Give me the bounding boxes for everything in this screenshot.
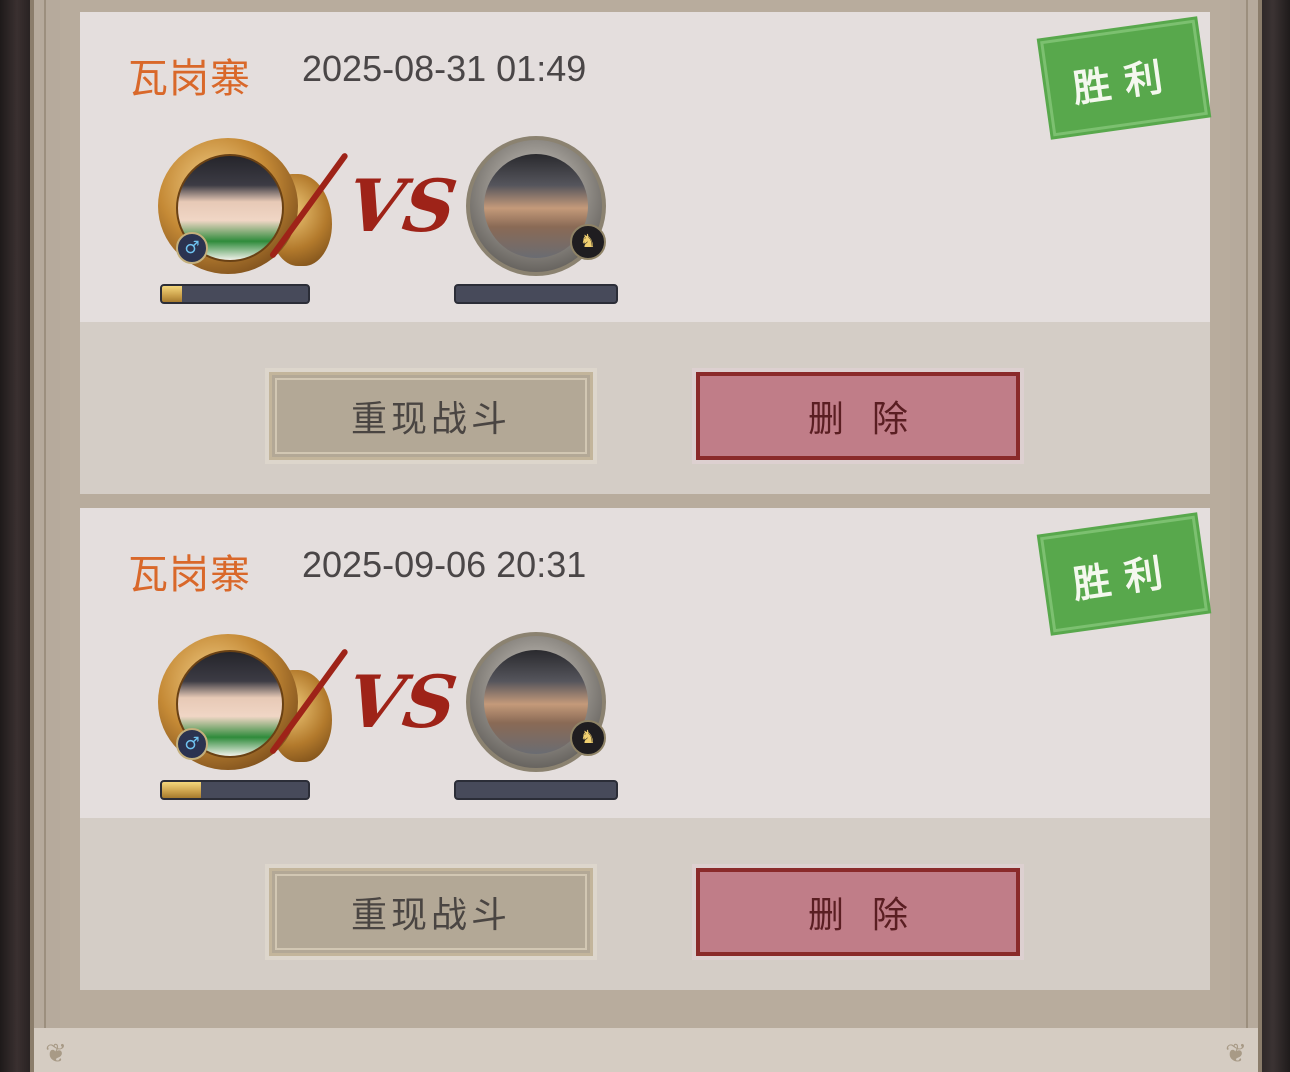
victory-stamp: 胜利 [1040, 515, 1208, 633]
record-header: 瓦岗寨 2025-09-06 20:31 胜利 ♂ VS ♞ [80, 508, 1210, 818]
panel-footer: ❦ ❦ [34, 1028, 1258, 1072]
delete-button[interactable]: 删除 [692, 368, 1024, 464]
vs-icon: VS [342, 163, 462, 248]
horse-icon: ♞ [570, 224, 606, 260]
player-progress-bar [160, 284, 310, 304]
battle-record: 瓦岗寨 2025-09-06 20:31 胜利 ♂ VS ♞ 重现战斗 删除 [80, 508, 1210, 990]
replay-battle-button[interactable]: 重现战斗 [265, 368, 597, 464]
male-gender-icon: ♂ [176, 728, 208, 760]
player-progress-fill [162, 286, 183, 302]
corner-ornament-icon: ❦ [1225, 1038, 1247, 1068]
player-progress-bar [160, 780, 310, 800]
male-gender-icon: ♂ [176, 232, 208, 264]
frame-border-left [44, 0, 46, 1072]
horse-icon: ♞ [570, 720, 606, 756]
victory-stamp: 胜利 [1040, 19, 1208, 137]
corner-ornament-icon: ❦ [45, 1038, 67, 1068]
vs-icon: VS [342, 659, 462, 744]
background-left [0, 0, 34, 1072]
player-progress-fill [162, 782, 202, 798]
record-actions: 重现战斗 删除 [80, 818, 1210, 990]
frame-border-right [1246, 0, 1248, 1072]
opponent-avatar[interactable]: ♞ [466, 632, 606, 772]
record-header: 瓦岗寨 2025-08-31 01:49 胜利 ♂ VS ♞ [80, 12, 1210, 322]
delete-button[interactable]: 删除 [692, 864, 1024, 960]
opponent-progress-bar [454, 780, 618, 800]
location-name: 瓦岗寨 [128, 57, 251, 101]
record-actions: 重现战斗 删除 [80, 322, 1210, 494]
battle-time: 2025-09-06 20:31 [302, 544, 587, 585]
battle-record: 瓦岗寨 2025-08-31 01:49 胜利 ♂ VS ♞ 重现战斗 删除 [80, 12, 1210, 494]
location-name: 瓦岗寨 [128, 553, 251, 597]
battle-time: 2025-08-31 01:49 [302, 48, 587, 89]
opponent-progress-bar [454, 284, 618, 304]
opponent-avatar[interactable]: ♞ [466, 136, 606, 276]
replay-battle-button[interactable]: 重现战斗 [265, 864, 597, 960]
